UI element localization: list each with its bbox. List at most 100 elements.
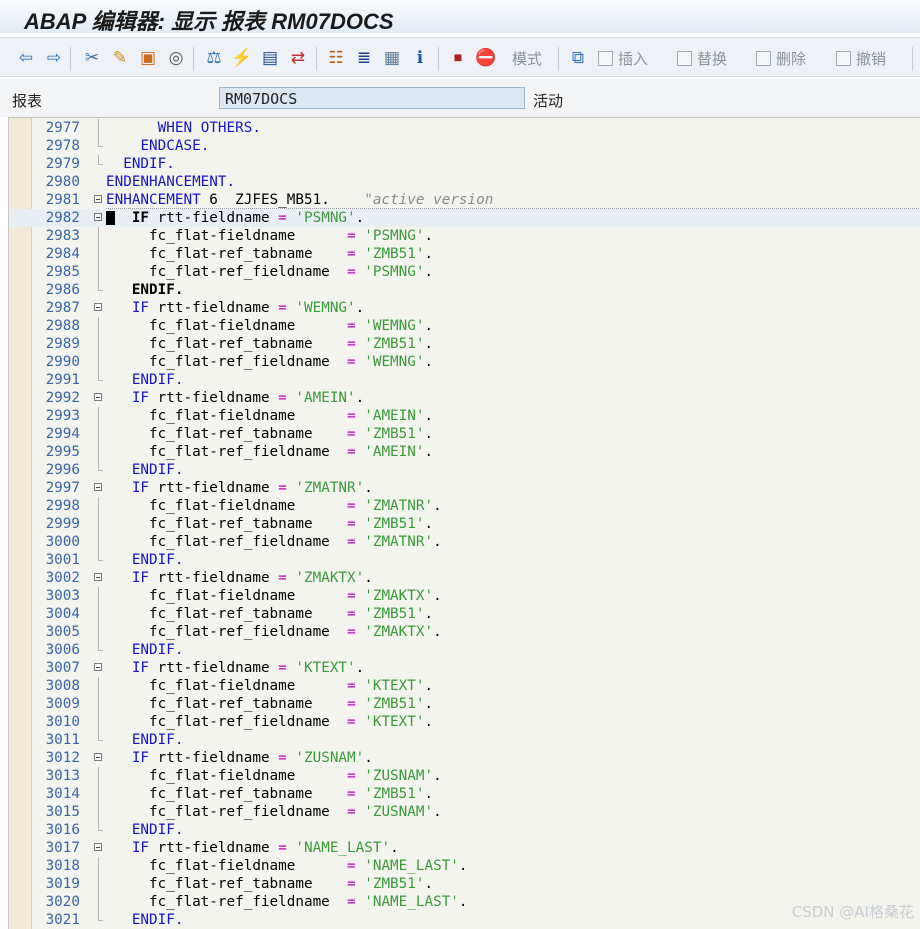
fold-toggle-icon[interactable]: [94, 843, 102, 851]
code-line[interactable]: 2980 ENDENHANCEMENT.: [9, 173, 920, 191]
code-line[interactable]: 3014 fc_flat-ref_tabname = 'ZMB51'.: [9, 785, 920, 803]
info-icon[interactable]: ℹ: [410, 48, 430, 68]
fold-guide: [98, 317, 99, 335]
code-line[interactable]: 3001 ENDIF.: [9, 551, 920, 569]
code-line[interactable]: 3012 IF rtt-fieldname = 'ZUSNAM'.: [9, 749, 920, 767]
fold-guide: [98, 713, 99, 731]
code-line[interactable]: 3009 fc_flat-ref_tabname = 'ZMB51'.: [9, 695, 920, 713]
line-number: 3004: [45, 606, 80, 622]
code-line[interactable]: 2988 fc_flat-fieldname = 'WEMNG'.: [9, 317, 920, 335]
code-line[interactable]: 2982 IF rtt-fieldname = 'PSMNG'.: [9, 209, 920, 227]
code-line[interactable]: 2995 fc_flat-ref_fieldname = 'AMEIN'.: [9, 443, 920, 461]
code-line[interactable]: 2978 ENDCASE.: [9, 137, 920, 155]
code-line[interactable]: 2994 fc_flat-ref_tabname = 'ZMB51'.: [9, 425, 920, 443]
code-line[interactable]: 2981 ENHANCEMENT 6 ZJFES_MB51. "active ve…: [9, 191, 920, 209]
code-line[interactable]: 2992 IF rtt-fieldname = 'AMEIN'.: [9, 389, 920, 407]
fold-toggle-icon[interactable]: [94, 753, 102, 761]
pretty-printer-icon[interactable]: ⧉: [568, 48, 588, 68]
code-line[interactable]: 3004 fc_flat-ref_tabname = 'ZMB51'.: [9, 605, 920, 623]
line-number: 3017: [45, 840, 80, 856]
object-list-icon[interactable]: ☷: [326, 48, 346, 68]
code-line[interactable]: 2991 ENDIF.: [9, 371, 920, 389]
code-line[interactable]: 3015 fc_flat-ref_fieldname = 'ZUSNAM'.: [9, 803, 920, 821]
other-object-icon[interactable]: ✂: [82, 48, 102, 68]
activate-icon[interactable]: ⚡: [231, 48, 252, 68]
replace-button[interactable]: 替换: [677, 48, 727, 68]
pattern-button[interactable]: 模式: [510, 48, 542, 68]
replace-label: 替换: [697, 49, 728, 68]
insert-button[interactable]: 插入: [598, 48, 648, 68]
code-line[interactable]: 3021 ENDIF.: [9, 911, 920, 929]
code-line[interactable]: 2998 fc_flat-fieldname = 'ZMATNR'.: [9, 497, 920, 515]
breakpoint-icon[interactable]: ⏹: [448, 48, 468, 68]
fold-toggle-icon[interactable]: [94, 303, 102, 311]
code-line[interactable]: 3006 ENDIF.: [9, 641, 920, 659]
line-number: 3011: [45, 732, 80, 748]
line-number: 2981: [45, 192, 80, 208]
title-bar: ABAP 编辑器: 显示 报表 RM07DOCS: [0, 0, 920, 34]
code-line[interactable]: 3013 fc_flat-fieldname = 'ZUSNAM'.: [9, 767, 920, 785]
code-line[interactable]: 2997 IF rtt-fieldname = 'ZMATNR'.: [9, 479, 920, 497]
code-line[interactable]: 3002 IF rtt-fieldname = 'ZMAKTX'.: [9, 569, 920, 587]
fold-toggle-icon[interactable]: [94, 393, 102, 401]
undo-icon: [836, 50, 851, 66]
code-line[interactable]: 3018 fc_flat-fieldname = 'NAME_LAST'.: [9, 857, 920, 875]
code-line[interactable]: 3003 fc_flat-fieldname = 'ZMAKTX'.: [9, 587, 920, 605]
code-text: fc_flat-fieldname = 'NAME_LAST'.: [106, 858, 468, 874]
line-number: 2991: [45, 372, 80, 388]
code-line[interactable]: 2983 fc_flat-fieldname = 'PSMNG'.: [9, 227, 920, 245]
code-line[interactable]: 3017 IF rtt-fieldname = 'NAME_LAST'.: [9, 839, 920, 857]
code-editor[interactable]: 2977 WHEN OTHERS. 2978 ENDCASE. 2979 ENDIF…: [8, 117, 920, 929]
fold-guide: [98, 263, 99, 281]
code-line[interactable]: 3010 fc_flat-ref_fieldname = 'KTEXT'.: [9, 713, 920, 731]
display-change-icon[interactable]: ✎: [110, 48, 130, 68]
code-text: ENDIF.: [131, 732, 184, 748]
fold-guide-end: [98, 560, 103, 561]
fold-toggle-icon[interactable]: [94, 573, 102, 581]
delete-button[interactable]: 删除: [756, 48, 806, 68]
report-field-row: 报表 RM07DOCS 活动: [0, 79, 920, 117]
fold-toggle-icon[interactable]: [94, 213, 102, 221]
code-line[interactable]: 2986 ENDIF.: [9, 281, 920, 299]
forward-icon[interactable]: ⇨: [44, 48, 64, 68]
code-line[interactable]: 2993 fc_flat-fieldname = 'AMEIN'.: [9, 407, 920, 425]
code-line[interactable]: 2979 ENDIF.: [9, 155, 920, 173]
code-line[interactable]: 2987 IF rtt-fieldname = 'WEMNG'.: [9, 299, 920, 317]
other-object-icon-2[interactable]: ◎: [166, 48, 186, 68]
layout-icon[interactable]: ▦: [382, 48, 402, 68]
code-line[interactable]: 2985 fc_flat-ref_fieldname = 'PSMNG'.: [9, 263, 920, 281]
where-used-icon[interactable]: ⇄: [288, 48, 308, 68]
back-icon[interactable]: ⇦: [16, 48, 36, 68]
line-number: 2978: [45, 138, 80, 154]
line-number: 2998: [45, 498, 80, 514]
code-line[interactable]: 3011 ENDIF.: [9, 731, 920, 749]
code-line[interactable]: 2989 fc_flat-ref_tabname = 'ZMB51'.: [9, 335, 920, 353]
check-icon[interactable]: ⚖: [204, 48, 224, 68]
undo-button[interactable]: 撤销: [836, 48, 886, 68]
line-number: 3003: [45, 588, 80, 604]
navigation-window-icon[interactable]: ≣: [354, 48, 374, 68]
code-line[interactable]: 3008 fc_flat-fieldname = 'KTEXT'.: [9, 677, 920, 695]
fold-guide: [98, 785, 99, 803]
code-line[interactable]: 3019 fc_flat-ref_tabname = 'ZMB51'.: [9, 875, 920, 893]
test-icon[interactable]: ▤: [260, 48, 280, 68]
active-inactive-icon[interactable]: ▣: [138, 48, 158, 68]
code-line[interactable]: 3020 fc_flat-ref_fieldname = 'NAME_LAST'…: [9, 893, 920, 911]
fold-toggle-icon[interactable]: [94, 663, 102, 671]
code-line[interactable]: 2999 fc_flat-ref_tabname = 'ZMB51'.: [9, 515, 920, 533]
code-line[interactable]: 2990 fc_flat-ref_fieldname = 'WEMNG'.: [9, 353, 920, 371]
code-line[interactable]: 3005 fc_flat-ref_fieldname = 'ZMAKTX'.: [9, 623, 920, 641]
stop-icon[interactable]: ⛔: [475, 48, 496, 68]
code-line[interactable]: 3016 ENDIF.: [9, 821, 920, 839]
code-line[interactable]: 3000 fc_flat-ref_fieldname = 'ZMATNR'.: [9, 533, 920, 551]
code-line[interactable]: 2977 WHEN OTHERS.: [9, 119, 920, 137]
fold-toggle-icon[interactable]: [94, 195, 102, 203]
fold-toggle-icon[interactable]: [94, 483, 102, 491]
activation-status: 活动: [533, 92, 564, 110]
code-line[interactable]: 3007 IF rtt-fieldname = 'KTEXT'.: [9, 659, 920, 677]
code-line[interactable]: 2996 ENDIF.: [9, 461, 920, 479]
code-line[interactable]: 2984 fc_flat-ref_tabname = 'ZMB51'.: [9, 245, 920, 263]
toolbar-separator: [193, 47, 194, 71]
report-name-field[interactable]: RM07DOCS: [219, 87, 525, 109]
text-cursor: [106, 211, 115, 225]
